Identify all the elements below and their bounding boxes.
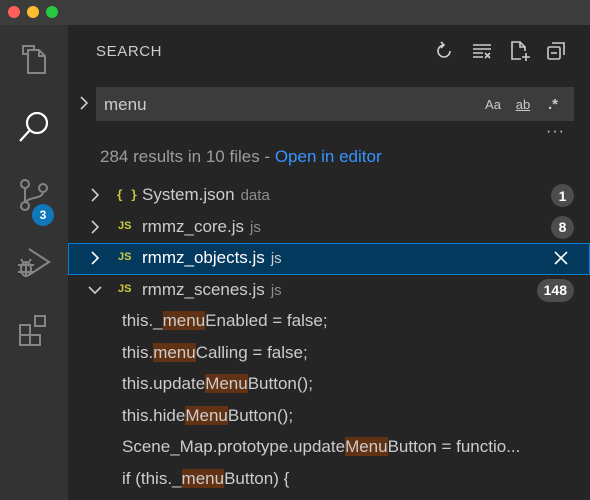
match-before: this.	[122, 342, 154, 362]
match-highlight: Menu	[345, 437, 388, 456]
match-count-badge: 148	[536, 278, 574, 302]
new-search-editor-icon	[511, 41, 530, 61]
match-line: Scene_Map.prototype.updateMenuButton = f…	[122, 437, 584, 457]
activity-search[interactable]	[0, 93, 68, 161]
match-highlight: menu	[153, 342, 196, 362]
match-before: this.hide	[122, 405, 186, 425]
file-name-text: System.json	[142, 185, 235, 204]
more-search-actions[interactable]: ···	[546, 123, 565, 141]
collapse-all-icon	[547, 42, 565, 60]
window-minimize-button[interactable]	[27, 6, 39, 18]
match-count-badge: 1	[551, 184, 574, 207]
search-results-tree: { } System.json data 1 JS rmmz_core.js js …	[68, 180, 590, 495]
search-icon	[19, 111, 49, 142]
file-name: rmmz_scenes.js js	[142, 280, 282, 300]
results-summary: 284 results in 10 files - Open in editor	[100, 147, 382, 167]
file-path: js	[270, 281, 282, 299]
match-highlight: menu	[162, 311, 206, 330]
open-in-editor-link[interactable]: Open in editor	[275, 147, 382, 166]
match-case-toggle[interactable]: Aa	[482, 91, 504, 117]
match-before: this._	[122, 311, 163, 330]
file-name: System.json data	[142, 185, 270, 205]
file-name: rmmz_objects.js js	[142, 248, 282, 268]
file-name: rmmz_core.js js	[142, 217, 261, 237]
activity-bar: 3	[0, 25, 68, 500]
search-input-box[interactable]: menu Aa ab .*	[96, 87, 574, 121]
match-after: Button) {	[224, 468, 290, 488]
match-after: Enabled = false;	[205, 311, 328, 330]
chevron-down-icon[interactable]	[88, 283, 102, 297]
activity-source-control[interactable]: 3	[0, 161, 68, 229]
match-whole-word-toggle[interactable]: ab	[510, 91, 536, 117]
toggle-replace-button[interactable]	[74, 93, 94, 113]
search-sidebar: SEARCH menu Aa ab .* ··· 284 results in …	[68, 25, 590, 500]
chevron-right-icon[interactable]	[88, 251, 102, 265]
title-bar	[0, 0, 590, 25]
source-control-badge: 3	[32, 204, 54, 226]
search-match[interactable]: this.updateMenuButton();	[68, 369, 590, 401]
activity-extensions[interactable]	[0, 297, 68, 365]
result-file-selected[interactable]: JS rmmz_objects.js js	[68, 243, 590, 275]
match-highlight: Menu	[205, 374, 248, 393]
match-after: Button();	[227, 405, 294, 425]
file-name-text: rmmz_objects.js	[142, 248, 265, 267]
file-name-text: rmmz_scenes.js	[142, 279, 265, 299]
chevron-right-icon[interactable]	[88, 188, 102, 202]
match-line: this._menuEnabled = false;	[122, 311, 584, 331]
match-line: if (this._menuButton) {	[122, 468, 584, 489]
clear-results-icon	[473, 44, 491, 59]
match-before: Scene_Map.prototype.update	[122, 437, 346, 456]
json-file-icon: { }	[116, 188, 138, 202]
match-after: Button = functio...	[387, 437, 521, 456]
match-highlight: menu	[181, 468, 225, 488]
refresh-button[interactable]	[432, 39, 456, 63]
activity-run-debug[interactable]	[0, 229, 68, 297]
dismiss-result-button[interactable]	[554, 251, 568, 265]
file-path: data	[240, 187, 270, 204]
sidebar-header: SEARCH	[68, 25, 590, 77]
files-icon	[22, 45, 46, 74]
match-after: Button();	[247, 374, 313, 393]
window-zoom-button[interactable]	[46, 6, 58, 18]
collapse-all-button[interactable]	[544, 39, 568, 63]
match-before: if (this._	[122, 468, 182, 488]
file-path: js	[250, 218, 261, 236]
file-path: js	[270, 250, 282, 267]
chevron-right-icon[interactable]	[88, 219, 102, 234]
match-line: this.hideMenuButton();	[122, 405, 584, 426]
new-search-editor-button[interactable]	[508, 39, 532, 63]
search-match[interactable]: this.menuCalling = false;	[68, 338, 590, 370]
js-file-icon: JS	[118, 251, 132, 263]
match-count-badge: 8	[551, 215, 574, 239]
file-name-text: rmmz_core.js	[142, 216, 245, 236]
search-input[interactable]: menu	[104, 95, 147, 115]
result-file[interactable]: { } System.json data 1	[68, 180, 590, 212]
debug-icon	[18, 248, 51, 277]
activity-explorer[interactable]	[0, 25, 68, 93]
sidebar-title: SEARCH	[96, 43, 163, 60]
match-line: this.updateMenuButton();	[122, 374, 584, 394]
window-close-button[interactable]	[8, 6, 20, 18]
clear-results-button[interactable]	[470, 39, 494, 63]
match-highlight: Menu	[185, 405, 228, 425]
search-match[interactable]: this.hideMenuButton();	[68, 401, 590, 433]
chevron-right-icon	[80, 96, 89, 110]
extensions-icon	[19, 315, 46, 346]
js-file-icon: JS	[118, 219, 132, 232]
match-after: Calling = false;	[195, 342, 308, 362]
use-regex-toggle[interactable]: .*	[542, 91, 564, 117]
search-match[interactable]: this._menuEnabled = false;	[68, 306, 590, 338]
js-file-icon: JS	[118, 282, 132, 295]
results-summary-text: 284 results in 10 files -	[100, 147, 275, 166]
search-match[interactable]: Scene_Map.prototype.updateMenuButton = f…	[68, 432, 590, 464]
match-before: this.update	[122, 374, 206, 393]
result-file[interactable]: JS rmmz_core.js js 8	[68, 212, 590, 244]
match-line: this.menuCalling = false;	[122, 342, 584, 363]
refresh-icon	[437, 41, 451, 58]
result-file[interactable]: JS rmmz_scenes.js js 148	[68, 275, 590, 307]
search-match[interactable]: if (this._menuButton) {	[68, 464, 590, 496]
